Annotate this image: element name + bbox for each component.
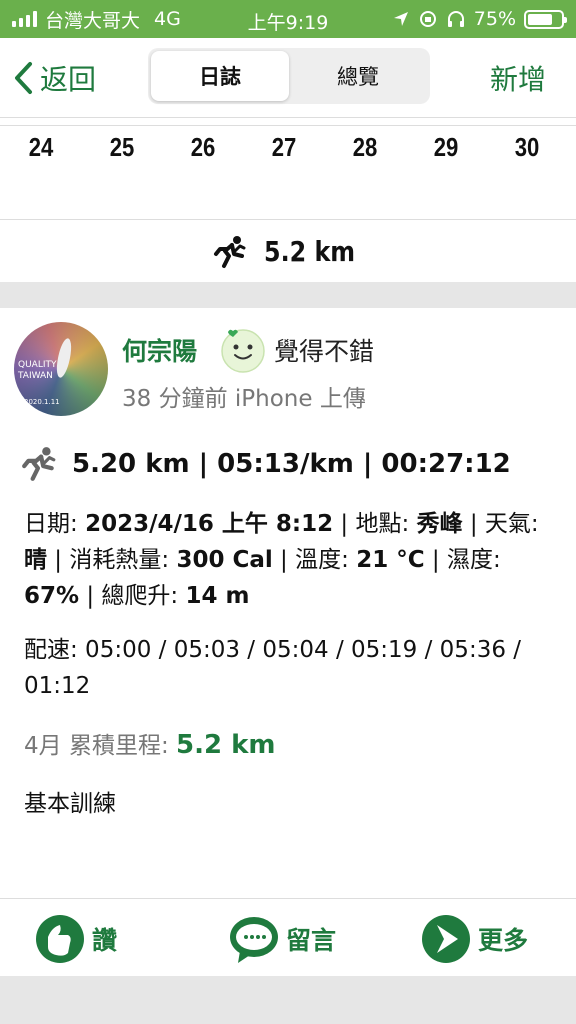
run-details: 日期: 2023/4/16 上午 8:12 | 地點: 秀峰 | 天氣: 晴 |… [24, 511, 539, 609]
pace-splits: 配速: 05:00 / 05:03 / 05:04 / 05:19 / 05:3… [24, 637, 522, 699]
like-button[interactable]: 讚 [34, 913, 117, 965]
runner-icon [214, 235, 246, 268]
location-arrow-icon [393, 12, 408, 26]
month-total: 4月 累積里程: 5.2 km [24, 730, 276, 760]
post-note: 基本訓練 [24, 791, 116, 817]
comment-bubble-icon [230, 917, 278, 963]
thumbs-up-icon [36, 915, 84, 963]
day-cell[interactable]: 24 [20, 132, 63, 163]
like-label: 讚 [92, 926, 118, 955]
day-cell[interactable]: 26 [182, 132, 225, 163]
avatar-date: 2020.1.11 [24, 398, 60, 406]
tab-overview[interactable]: 總覽 [289, 51, 427, 101]
battery-icon [524, 9, 567, 29]
carrier-label: 台灣大哥大 [45, 9, 141, 32]
day-cell[interactable]: 28 [344, 132, 387, 163]
mood-label: 覺得不錯 [274, 337, 375, 366]
run-stats-text: 5.20 km | 05:13/km | 00:27:12 [72, 449, 511, 479]
avatar-text: QUALITY TAIWAN [18, 360, 57, 381]
action-bar: 讚 留言 更多 [0, 898, 576, 976]
network-label: 4G [154, 8, 181, 30]
avatar[interactable]: QUALITY TAIWAN 2020.1.11 [14, 322, 108, 416]
chevron-left-icon [15, 62, 32, 94]
status-bar: 台灣大哥大 4G 上午9:19 75% [0, 0, 576, 38]
runner-icon [22, 447, 56, 481]
back-label: 返回 [40, 63, 97, 96]
user-name[interactable]: 何宗陽 [122, 332, 197, 368]
signal-icon [12, 11, 37, 27]
headphones-icon [447, 11, 464, 27]
week-calendar: 24 25 26 27 28 29 30 [0, 125, 576, 220]
comment-label: 留言 [286, 926, 337, 955]
view-segmented-control: 日誌 總覽 [148, 48, 430, 104]
tab-journal[interactable]: 日誌 [151, 51, 289, 101]
day-cell[interactable]: 25 [101, 132, 144, 163]
battery-percent: 75% [473, 8, 516, 30]
smiley-face-icon [221, 329, 265, 373]
day-cell[interactable]: 30 [506, 132, 549, 163]
bottom-area [0, 976, 576, 1024]
comment-button[interactable]: 留言 [228, 913, 336, 965]
nav-bar: 返回 日誌 總覽 新增 [0, 38, 576, 118]
week-distance-value: 5.2 km [264, 235, 356, 268]
more-label: 更多 [478, 926, 529, 955]
week-distance-summary: 5.2 km [0, 221, 576, 282]
divider [0, 282, 576, 308]
activity-post: QUALITY TAIWAN 2020.1.11 何宗陽 覺得不錯 38 分鐘前 … [0, 308, 576, 898]
run-stats: 5.20 km | 05:13/km | 00:27:12 [20, 444, 511, 484]
more-button[interactable]: 更多 [420, 913, 528, 965]
chevron-right-circle-icon [422, 915, 470, 963]
add-button[interactable]: 新增 [490, 58, 546, 98]
day-cell[interactable]: 29 [425, 132, 468, 163]
orientation-lock-icon [419, 11, 436, 27]
post-meta: 38 分鐘前 iPhone 上傳 [122, 386, 366, 412]
day-cell[interactable]: 27 [263, 132, 306, 163]
back-button[interactable]: 返回 [12, 58, 96, 98]
